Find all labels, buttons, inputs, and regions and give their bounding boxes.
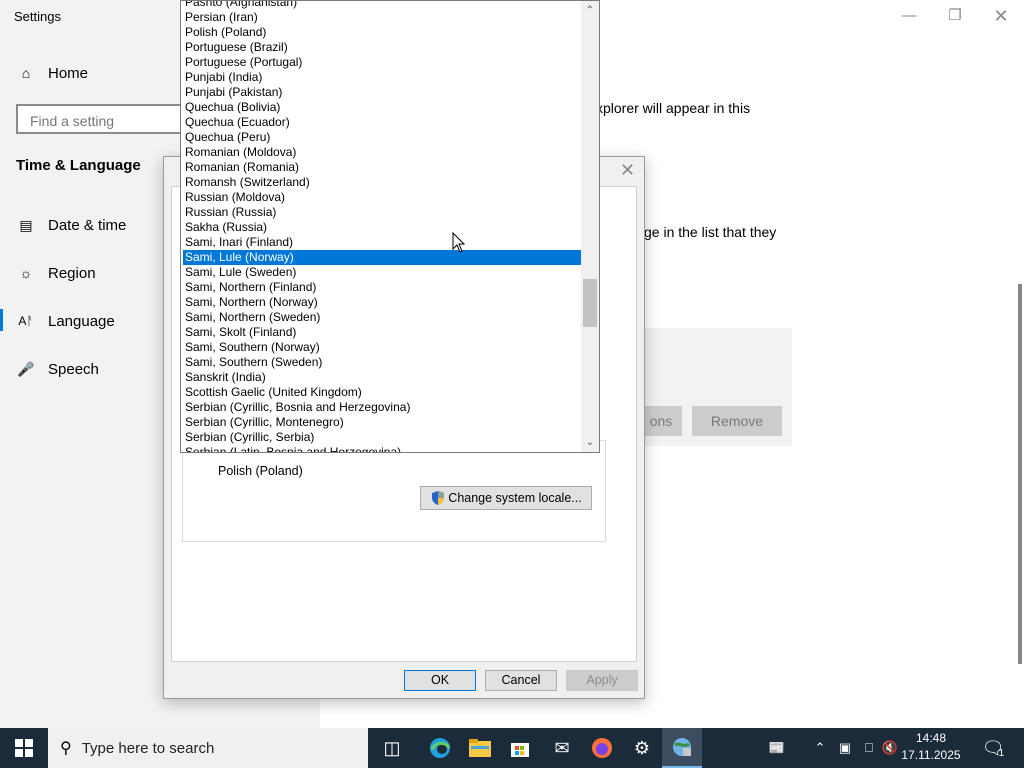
settings-search-input[interactable] [28,112,192,130]
calendar-clock-icon: ▤ [19,216,33,233]
dropdown-option[interactable]: Sami, Lule (Sweden) [183,265,581,280]
dropdown-option[interactable]: Sanskrit (India) [183,370,581,385]
dropdown-option[interactable]: Punjabi (India) [183,70,581,85]
nav-home-label: Home [48,64,89,82]
dropdown-option[interactable]: Serbian (Latin, Bosnia and Herzegovina) [183,445,581,452]
nav-region[interactable]: ☼ Region [16,258,96,288]
minimize-button[interactable]: — [886,4,932,28]
close-button[interactable]: ✕ [978,4,1024,28]
dropdown-option[interactable]: Romanian (Romania) [183,160,581,175]
dropdown-option[interactable]: Persian (Iran) [183,10,581,25]
dropdown-option[interactable]: Sami, Lule (Norway) [183,250,581,265]
scroll-thumb[interactable] [583,279,597,327]
dropdown-option[interactable]: Sakha (Russia) [183,220,581,235]
current-system-locale: Polish (Poland) [218,464,303,478]
task-view-icon[interactable]: ◫ [372,728,412,768]
nav-language-label: Language [48,312,115,330]
dropdown-option[interactable]: Sami, Inari (Finland) [183,235,581,250]
section-title: Time & Language [16,157,141,174]
notification-center-icon[interactable]: 🗨 1 [978,728,1008,768]
start-button[interactable] [0,728,48,768]
dropdown-option[interactable]: Serbian (Cyrillic, Bosnia and Herzegovin… [183,400,581,415]
dropdown-option[interactable]: Romansh (Switzerland) [183,175,581,190]
taskbar-search-box[interactable]: ⚲ Type here to search [48,728,368,768]
nav-speech-label: Speech [48,360,99,378]
dropdown-option[interactable]: Sami, Northern (Norway) [183,295,581,310]
nav-region-label: Region [48,264,96,282]
globe-icon: ☼ [19,265,33,281]
search-icon: ⚲ [60,740,72,757]
microphone-icon: 🎤 [17,360,35,377]
dropdown-option[interactable]: Sami, Northern (Finland) [183,280,581,295]
dropdown-option[interactable]: Serbian (Cyrillic, Montenegro) [183,415,581,430]
dropdown-items: Pashto (Afghanistan) Persian (Iran) Polish… [183,1,581,452]
dropdown-option[interactable]: Sami, Southern (Norway) [183,340,581,355]
dropdown-option[interactable]: Portuguese (Brazil) [183,40,581,55]
dropdown-option[interactable]: Sami, Southern (Sweden) [183,355,581,370]
dropdown-option[interactable]: Sami, Northern (Sweden) [183,310,581,325]
apply-button[interactable]: Apply [566,670,638,691]
dropdown-option[interactable]: Polish (Poland) [183,25,581,40]
dropdown-option[interactable]: Portuguese (Portugal) [183,55,581,70]
change-system-locale-button[interactable]: Change system locale... [420,486,592,510]
chevron-up-icon[interactable]: ⌃ [810,728,830,768]
settings-search-box[interactable] [16,104,196,134]
maximize-button[interactable]: ❐ [932,4,978,28]
nav-date-time[interactable]: ▤ Date & time [16,210,126,240]
store-icon[interactable] [500,728,540,768]
file-explorer-icon[interactable] [460,728,500,768]
dropdown-scrollbar[interactable]: ⌃ ⌄ [581,1,599,452]
clock-date: 17.11.2025 [901,748,961,762]
options-button[interactable]: ons [640,406,682,436]
locale-dropdown-list[interactable]: Pashto (Afghanistan) Persian (Iran) Polish… [180,0,600,453]
dropdown-option[interactable]: Serbian (Cyrillic, Serbia) [183,430,581,445]
clock-time: 14:48 [915,731,947,745]
taskbar-clock[interactable]: 14:48 17.11.2025 [896,730,966,764]
dropdown-option[interactable]: Romanian (Moldova) [183,145,581,160]
nav-language[interactable]: Aᚨ Language [16,306,115,336]
mouse-cursor-icon [452,232,466,253]
dialog-close-button[interactable]: ✕ [620,160,635,181]
meet-now-icon[interactable]: ▣ [834,728,856,768]
notification-count: 1 [998,747,1005,759]
nav-date-time-label: Date & time [48,216,127,234]
content-text-1: xplorer will appear in this [596,100,751,116]
edge-icon[interactable] [420,728,460,768]
network-icon[interactable]: ⎕ [858,728,880,768]
dropdown-option[interactable]: Quechua (Peru) [183,130,581,145]
content-text-2: ge in the list that they [644,224,777,240]
dropdown-option[interactable]: Punjabi (Pakistan) [183,85,581,100]
home-icon: ⌂ [21,65,31,81]
nav-home[interactable]: ⌂ Home [16,58,88,88]
dropdown-option[interactable]: Russian (Russia) [183,205,581,220]
app-title: Settings [14,9,61,24]
dropdown-option[interactable]: Russian (Moldova) [183,190,581,205]
active-indicator [0,309,3,331]
cancel-button[interactable]: Cancel [485,670,557,691]
taskbar-search-placeholder: Type here to search [81,739,215,757]
firefox-icon[interactable] [582,728,622,768]
dropdown-option[interactable]: Scottish Gaelic (United Kingdom) [183,385,581,400]
taskbar: ⚲ Type here to search ◫ ✉ ⚙ 📰 ⌃ ▣ ⎕ 🔇 14… [0,728,1024,768]
change-system-locale-label: Change system locale... [448,491,582,505]
nav-speech[interactable]: 🎤 Speech [16,354,99,384]
settings-scrollbar[interactable] [1018,284,1022,664]
windows-logo-icon [15,739,33,757]
dropdown-option[interactable]: Quechua (Ecuador) [183,115,581,130]
settings-gear-icon[interactable]: ⚙ [622,728,662,768]
mail-icon[interactable]: ✉ [542,728,582,768]
dropdown-option[interactable]: Pashto (Afghanistan) [183,1,581,10]
ok-button[interactable]: OK [404,670,476,691]
dropdown-option[interactable]: Quechua (Bolivia) [183,100,581,115]
scroll-down-arrow-icon[interactable]: ⌄ [581,435,599,451]
region-control-panel-icon[interactable] [662,728,702,768]
dropdown-option[interactable]: Sami, Skolt (Finland) [183,325,581,340]
language-icon: Aᚨ [18,314,34,328]
shield-icon [432,491,445,505]
news-widget-icon[interactable]: 📰 [762,728,792,768]
remove-button[interactable]: Remove [692,406,782,436]
scroll-up-arrow-icon[interactable]: ⌃ [581,3,599,19]
